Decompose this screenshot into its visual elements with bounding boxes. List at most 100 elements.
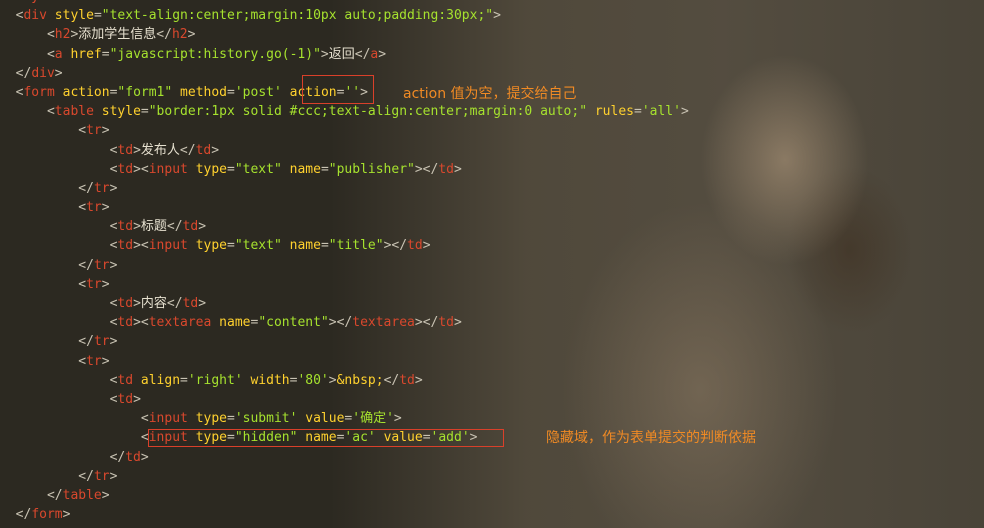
code-token: </ [78,468,94,484]
code-token: '确定' [352,411,394,427]
code-token: >< [133,238,149,254]
code-token: style [101,104,141,120]
code-token: 'right' [187,372,243,388]
code-token: width [250,372,290,388]
code-token: td [438,315,455,331]
code-line[interactable]: </div> [0,64,984,83]
code-token: > [198,296,207,311]
code-token: type [195,238,227,254]
code-line[interactable]: <tr> [0,275,984,294]
code-token: </ [156,27,172,43]
code-token: > [62,507,71,523]
code-token: td [117,238,134,254]
code-token: </ [15,507,32,523]
code-token: "javascript:history.go(-1)" [109,46,321,62]
code-token: ></ [414,315,439,331]
code-token: > [422,238,431,254]
code-token: = [320,238,329,254]
code-line[interactable]: <div style="text-align:center;margin:10p… [0,6,984,25]
code-token: tr [86,276,102,292]
code-line[interactable]: <td><input type="text" name="title"></td… [0,236,984,255]
code-token: = [93,8,102,24]
code-line[interactable]: </form> [0,505,984,524]
code-line[interactable]: </tr> [0,332,984,351]
code-token: = [634,104,642,120]
code-line[interactable]: <table style="border:1px solid #ccc;text… [0,102,984,121]
code-token: >< [133,161,149,177]
code-token: href [70,46,102,62]
code-line[interactable]: </table> [0,486,984,505]
code-token: 标题 [140,219,167,235]
code-token: name [289,238,321,254]
code-editor[interactable]: <body> <div style="text-align:center;mar… [0,0,984,528]
code-token: > [133,142,141,158]
code-line[interactable]: <td>发布人</td> [0,141,984,160]
code-line[interactable]: <a href="javascript:history.go(-1)">返回</… [0,45,984,64]
code-line[interactable]: </tr> [0,179,984,198]
code-line[interactable]: </tr> [0,467,984,486]
code-token: div [31,65,55,81]
code-line[interactable]: <td> [0,390,984,409]
code-token: tr [86,200,102,216]
code-line[interactable]: <input type='submit' value='确定'> [0,409,984,428]
code-line[interactable]: <h2>添加学生信息</h2> [0,25,984,44]
code-token: </ [78,257,94,273]
code-token: > [140,449,149,465]
code-token: td [438,161,454,177]
code-line[interactable]: </tr> [0,256,984,275]
code-line[interactable]: <tr> [0,121,984,140]
code-token: 返回 [328,46,355,62]
code-token: td [117,161,134,177]
code-line[interactable]: </td> [0,448,984,467]
code-token: < [46,46,55,62]
code-token: div [23,8,47,24]
code-token: input [148,238,188,254]
code-token: > [454,161,462,177]
code-token: type [195,161,227,177]
code-token: h2 [54,27,71,43]
code-line[interactable]: <td align='right' width='80'>&nbsp;</td> [0,371,984,390]
code-line[interactable]: <td>内容</td> [0,294,984,313]
code-token: name [219,315,251,331]
code-token: > [328,372,337,388]
code-line[interactable]: <tr> [0,352,984,371]
code-line[interactable]: <td>标题</td> [0,217,984,236]
code-token: >< [133,315,149,331]
code-token: </ [354,46,371,62]
code-token: < [140,411,149,427]
code-line[interactable]: <tr> [0,198,984,217]
code-token: > [454,315,462,331]
code-token: style [54,8,94,24]
code-line[interactable]: <td><textarea name="content"></textarea>… [0,313,984,332]
code-token: > [101,276,110,292]
code-token: </ [78,180,94,196]
code-token: "form1" [117,84,173,100]
code-token: method [180,84,228,100]
code-token: < [78,353,87,369]
code-token: > [414,372,423,388]
code-line[interactable]: <td><input type="text" name="publisher">… [0,160,984,179]
code-token: > [101,487,110,503]
code-token: > [101,353,110,369]
code-token: '80' [297,372,329,388]
code-token: 'post' [234,84,282,100]
